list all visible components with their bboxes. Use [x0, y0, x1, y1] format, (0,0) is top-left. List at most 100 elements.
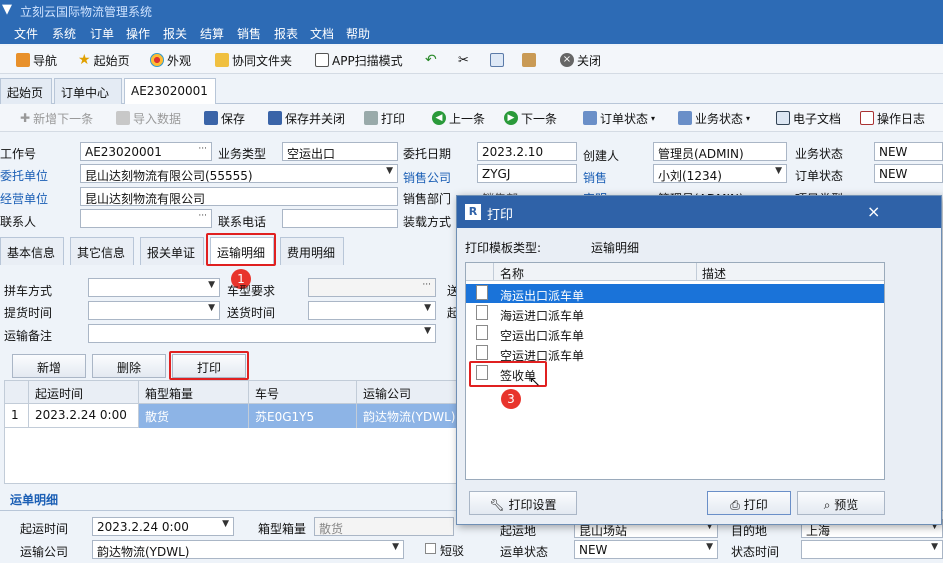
- preview-button[interactable]: ⌕ 预览: [797, 491, 885, 515]
- contact-field[interactable]: ···: [80, 209, 212, 228]
- order-status-label: 订单状态: [600, 111, 649, 126]
- entrust-date-field[interactable]: 2023.2.10: [477, 142, 577, 161]
- tab-ae23020001[interactable]: AE23020001: [124, 78, 216, 104]
- dialog-close-icon[interactable]: ×: [867, 202, 880, 221]
- detail-carrier-value: 韵达物流(YDWL): [97, 545, 190, 559]
- ellipsis-icon: ···: [198, 144, 207, 154]
- menu-order[interactable]: 订单: [90, 25, 114, 42]
- shared-folder-button[interactable]: 协同文件夹: [215, 51, 292, 69]
- contact-label: 联系人: [0, 215, 37, 229]
- next-label: 下一条: [521, 111, 558, 126]
- menu-settlement[interactable]: 结算: [200, 25, 224, 42]
- detail-start-time-select[interactable]: 2023.2.24 0:00 ▼: [92, 517, 234, 536]
- vehicle-req-field[interactable]: ···: [308, 278, 436, 297]
- subtab-basic[interactable]: 基本信息: [0, 237, 64, 265]
- row-box: 散货: [139, 404, 249, 428]
- menu-file[interactable]: 文件: [14, 25, 38, 42]
- delivery-time-select[interactable]: ▼: [308, 301, 436, 320]
- delete-button[interactable]: 删除: [92, 354, 166, 378]
- app-scan-button[interactable]: APP扫描模式: [315, 51, 403, 69]
- print-toolbar-button[interactable]: 打印: [364, 109, 405, 127]
- detail-section-title: 运单明细: [10, 493, 59, 507]
- list-item[interactable]: 海运进口派车单: [466, 304, 884, 323]
- status-time-select[interactable]: ▼: [801, 540, 943, 559]
- edoc-button[interactable]: 电子文档: [776, 109, 841, 127]
- status-icon: [583, 111, 597, 125]
- menu-sales[interactable]: 销售: [237, 25, 261, 42]
- shared-folder-label: 协同文件夹: [232, 53, 293, 68]
- menu-documents[interactable]: 文档: [310, 25, 334, 42]
- job-no-field[interactable]: AE23020001 ···: [80, 142, 212, 161]
- menu-help[interactable]: 帮助: [346, 25, 370, 42]
- undo-button[interactable]: ↶: [425, 51, 437, 69]
- table-row[interactable]: 1 2023.2.24 0:00 散货 苏E0G1Y5 韵达物流(YDWL): [4, 404, 461, 428]
- save-close-button[interactable]: 保存并关闭: [268, 109, 345, 127]
- appearance-button[interactable]: 外观: [150, 51, 191, 69]
- creator-field[interactable]: 管理员(ADMIN): [653, 142, 787, 161]
- chevron-down-icon: ▼: [706, 542, 713, 552]
- client-select[interactable]: 昆山达刻物流有限公司(55555) ▼: [80, 164, 398, 183]
- detail-carrier-label: 运输公司: [20, 545, 69, 559]
- add-button[interactable]: 新增: [12, 354, 86, 378]
- save-button[interactable]: 保存: [204, 109, 245, 127]
- biz-status-field[interactable]: NEW: [874, 142, 943, 161]
- nav-button[interactable]: 导航: [16, 51, 57, 69]
- detail-carrier-select[interactable]: 韵达物流(YDWL) ▼: [92, 540, 404, 559]
- sales-select[interactable]: 小刘(1234) ▼: [653, 164, 787, 183]
- grid-col-start-time[interactable]: 起运时间: [29, 381, 139, 405]
- pickup-time-select[interactable]: ▼: [88, 301, 220, 320]
- col-desc-header[interactable]: 描述: [702, 265, 726, 282]
- menu-reports[interactable]: 报表: [274, 25, 298, 42]
- order-status-button[interactable]: 订单状态 ▾: [583, 109, 655, 127]
- detail-box-field[interactable]: 散货: [314, 517, 454, 536]
- status-time-label: 状态时间: [731, 545, 780, 559]
- save-label: 保存: [221, 111, 246, 126]
- phone-field[interactable]: [282, 209, 398, 228]
- list-item-selected[interactable]: 海运出口派车单: [466, 284, 884, 303]
- subtab-fees[interactable]: 费用明细: [280, 237, 344, 265]
- job-no-value: AE23020001: [85, 145, 162, 159]
- order-toolbar: ✚ 新增下一条 导入数据 保存 保存并关闭 打印 ◀ 上一条 ▶ 下一条 订单状态 ▾ …: [0, 104, 943, 132]
- title-bar: ▼ 立刻云国际物流管理系统: [0, 0, 943, 22]
- next-button[interactable]: ▶ 下一条: [504, 109, 557, 127]
- add-next-label: 新增下一条: [33, 111, 94, 126]
- wrench-icon: 🔧︎: [489, 498, 505, 512]
- biz-status-button[interactable]: 业务状态 ▾: [678, 109, 750, 127]
- subtab-other[interactable]: 其它信息: [70, 237, 134, 265]
- import-button[interactable]: 导入数据: [116, 109, 181, 127]
- subtab-customs-docs[interactable]: 报关单证: [140, 237, 204, 265]
- menu-operation[interactable]: 操作: [126, 25, 150, 42]
- copy-button[interactable]: [490, 51, 504, 69]
- creator-label: 创建人: [583, 149, 620, 163]
- print-settings-button[interactable]: 🔧︎ 打印设置: [469, 491, 577, 515]
- prev-button[interactable]: ◀ 上一条: [432, 109, 485, 127]
- biz-type-field[interactable]: 空运出口: [282, 142, 398, 161]
- waybill-status-select[interactable]: NEW ▼: [574, 540, 718, 559]
- short-haul-checkbox[interactable]: [425, 543, 436, 554]
- tab-order-center[interactable]: 订单中心: [54, 78, 122, 104]
- grid-col-plate[interactable]: 车号: [249, 381, 357, 405]
- star-icon: ★: [78, 52, 91, 68]
- oplog-button[interactable]: 操作日志: [860, 109, 925, 127]
- menu-system[interactable]: 系统: [52, 25, 76, 42]
- remark-select[interactable]: ▼: [88, 324, 436, 343]
- order-status-field[interactable]: NEW: [874, 164, 943, 183]
- grid-col-box[interactable]: 箱型箱量: [139, 381, 249, 405]
- consolidation-select[interactable]: ▼: [88, 278, 220, 297]
- tab-start-page[interactable]: 起始页: [0, 78, 52, 104]
- operator-field[interactable]: 昆山达刻物流有限公司: [80, 187, 398, 206]
- paste-button[interactable]: [522, 51, 536, 69]
- menu-customs[interactable]: 报关: [163, 25, 187, 42]
- list-item[interactable]: 空运出口派车单: [466, 324, 884, 343]
- cut-button[interactable]: ✂: [458, 51, 469, 69]
- add-next-button[interactable]: ✚ 新增下一条: [20, 109, 93, 127]
- entrust-date-value: 2023.2.10: [482, 145, 544, 159]
- col-name-header[interactable]: 名称: [500, 265, 524, 282]
- grid-col-carrier[interactable]: 运输公司: [357, 381, 461, 405]
- dialog-print-button[interactable]: ⎙ 打印: [707, 491, 791, 515]
- folder-icon: [215, 53, 229, 67]
- sales-co-field[interactable]: ZYGJ: [477, 164, 577, 183]
- dialog-app-icon: R: [465, 204, 481, 220]
- close-button[interactable]: × 关闭: [560, 51, 601, 69]
- home-button[interactable]: ★ 起始页: [78, 51, 130, 69]
